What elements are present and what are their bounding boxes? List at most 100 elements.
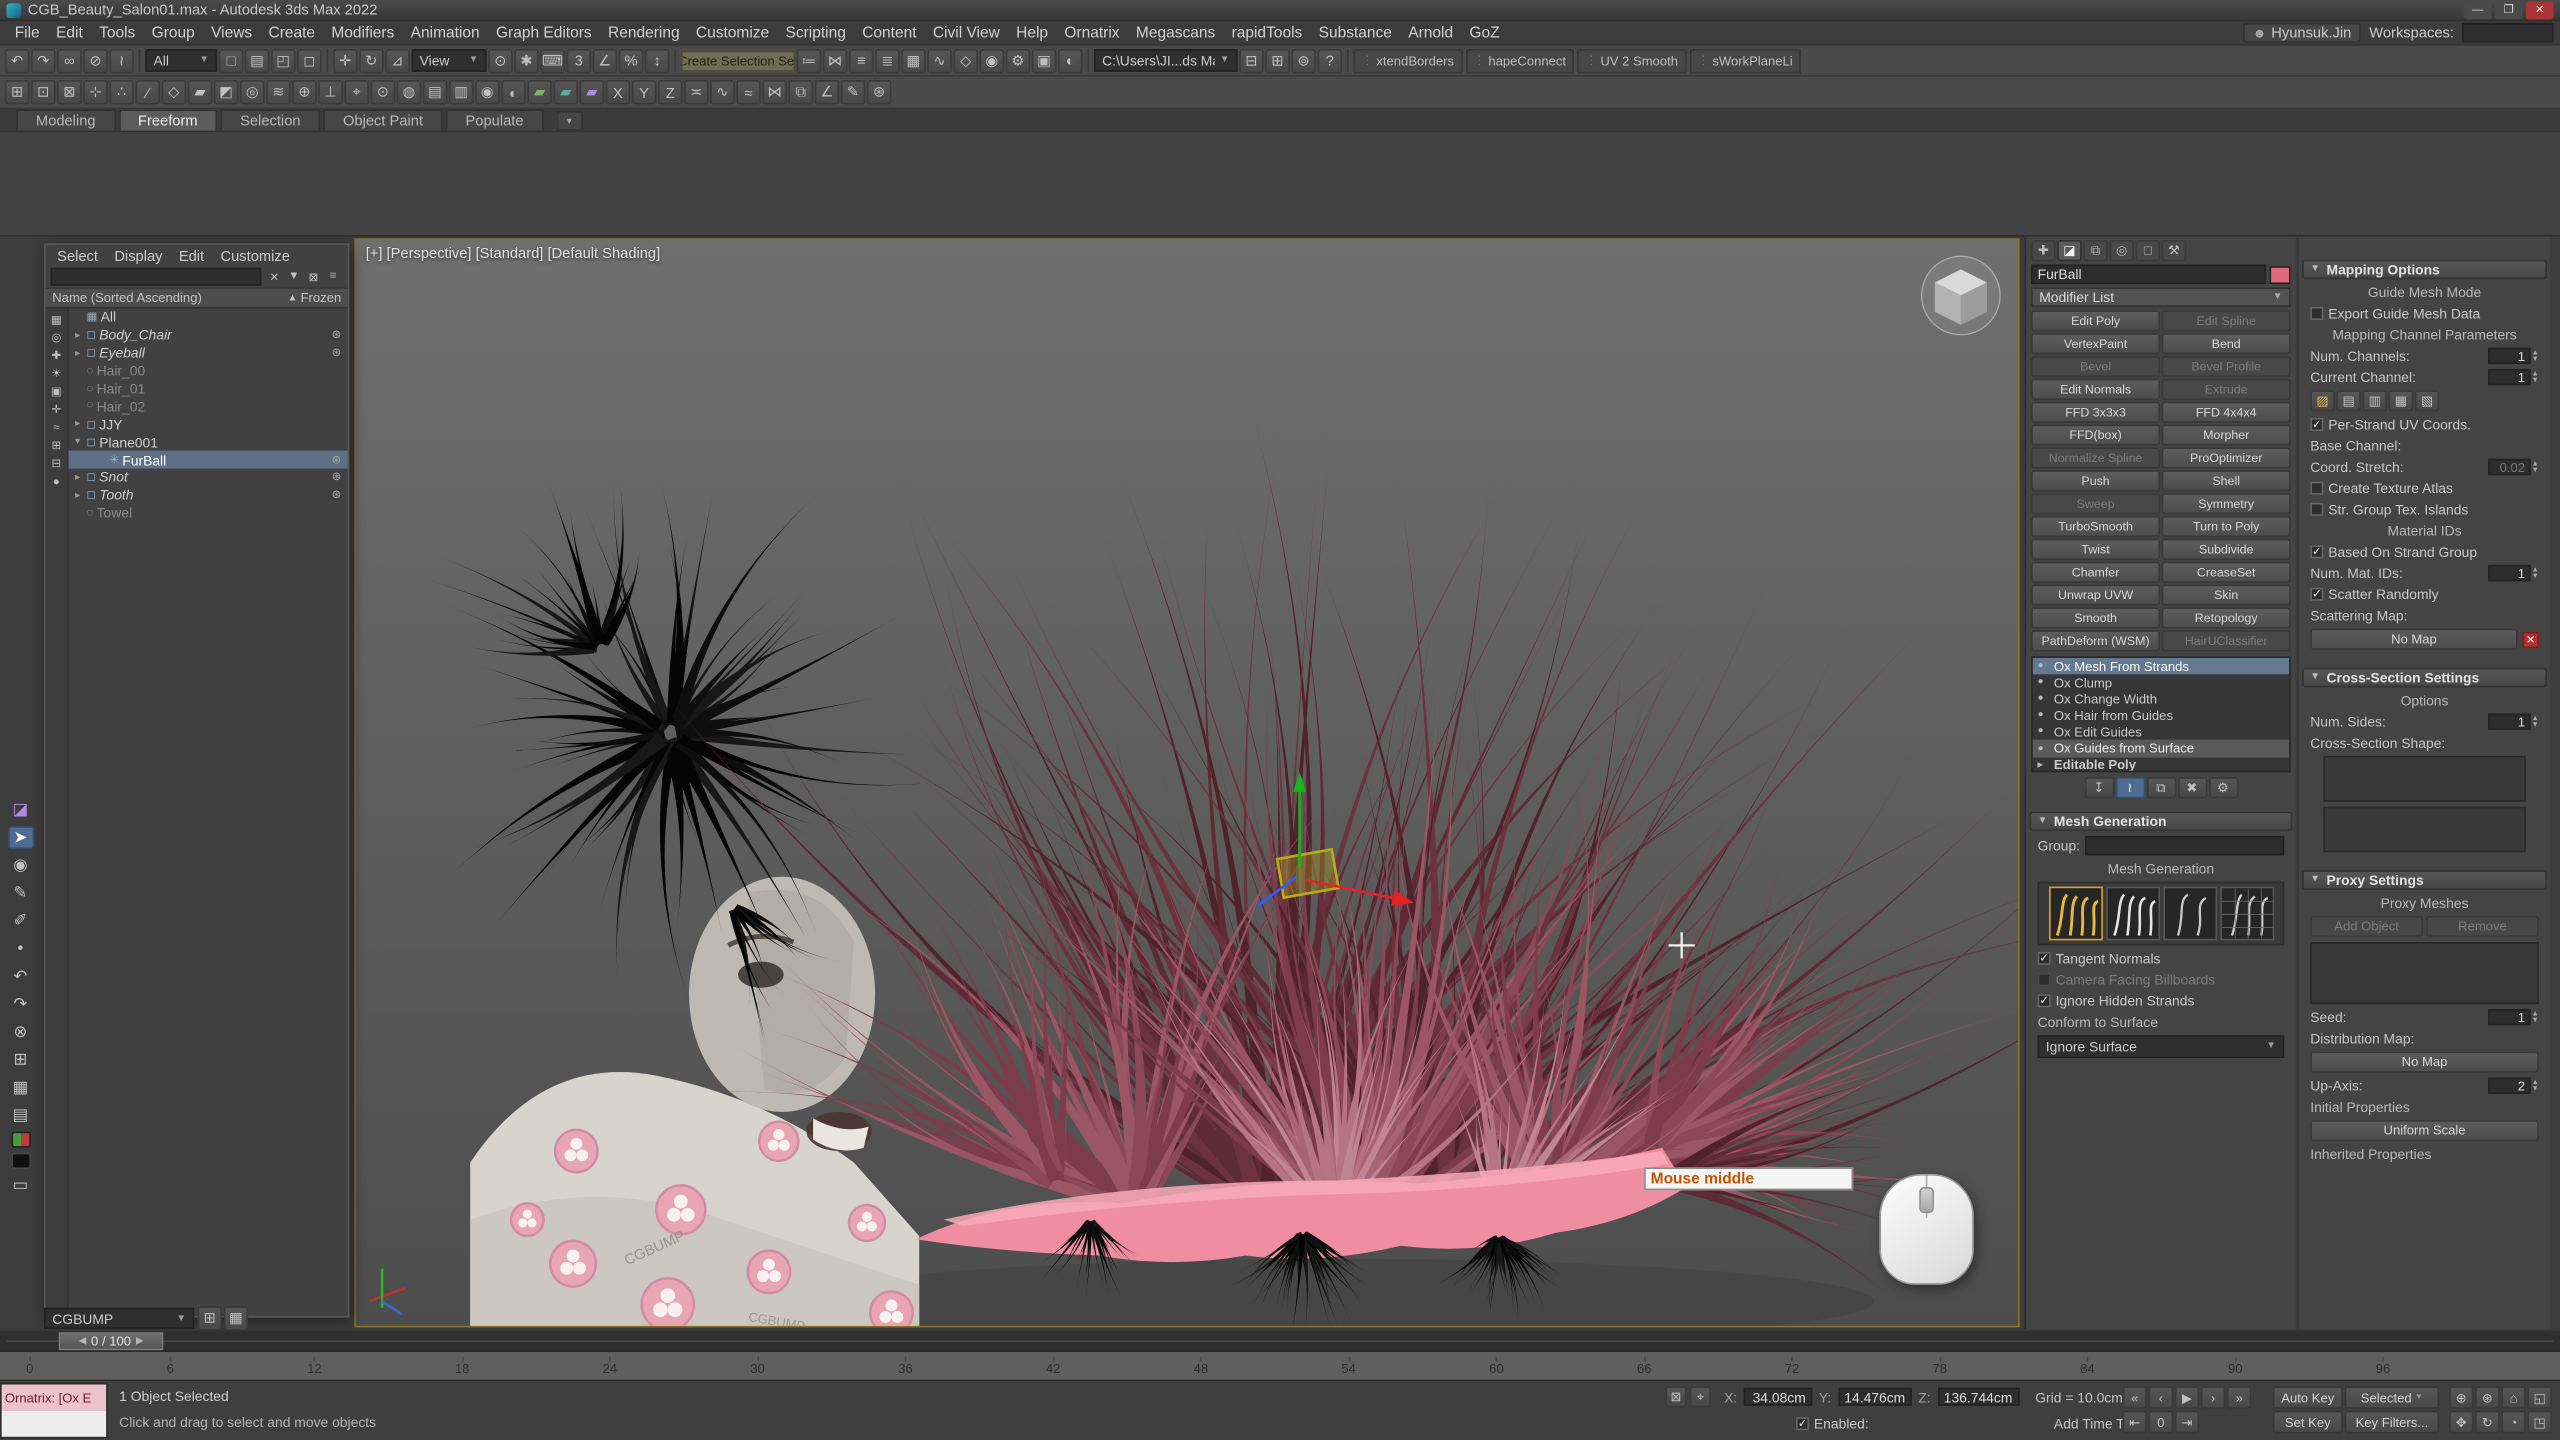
select-and-scale-icon[interactable]: ⊿ — [385, 48, 409, 72]
viewport-label[interactable]: [+] [Perspective] [Standard] [Default Sh… — [366, 245, 660, 261]
tree-row[interactable]: ◌ Hair_02 — [69, 397, 348, 415]
object-color-swatch[interactable] — [2269, 265, 2290, 283]
show-toggle-icon[interactable]: ◉ — [7, 854, 33, 877]
menu-item[interactable]: Ornatrix — [1056, 24, 1128, 42]
selection-set-dropdown[interactable]: CGBUMP▼ — [44, 1308, 194, 1329]
menu-item[interactable]: Scripting — [777, 24, 854, 42]
time-slider-knob[interactable]: ◀ 0 / 100 ▶ — [59, 1332, 163, 1350]
maxscript-mini-listener[interactable]: Ornatrix: [Ox E — [0, 1383, 108, 1439]
modifier-button[interactable]: Edit Spline — [2162, 310, 2291, 331]
paint-deform-icon[interactable]: ✎ — [841, 80, 865, 104]
tree-row[interactable]: ▸ ◻ Snot ⊛ — [69, 469, 348, 487]
bind-to-space-warp-icon[interactable]: ≀ — [109, 48, 133, 72]
menu-item[interactable]: Views — [203, 24, 260, 42]
enabled-toggle[interactable]: ✓ Enabled: — [1796, 1416, 1869, 1432]
point-icon[interactable]: • — [7, 937, 33, 960]
tree-row[interactable]: ◌ Towel — [69, 504, 348, 522]
strand-mesh-thumb-4[interactable] — [2220, 887, 2274, 941]
modifier-visibility-icon[interactable]: ● — [2038, 744, 2049, 754]
schematic-view-icon[interactable]: ◇ — [953, 48, 977, 72]
border-mode-icon[interactable]: ◇ — [162, 80, 186, 104]
percent-snap-icon[interactable]: % — [619, 48, 643, 72]
color-swatch-green-red[interactable] — [11, 1131, 31, 1147]
proxy-mesh-list[interactable] — [2310, 942, 2539, 1004]
modifier-visibility-icon[interactable]: ▸ — [2038, 759, 2049, 770]
display-floater-icon[interactable]: ▤ — [423, 80, 447, 104]
ribbon-tab[interactable]: Selection — [220, 109, 320, 130]
row-state-icon[interactable]: ⊛ — [332, 489, 342, 502]
explorer-column-header[interactable]: Name (Sorted Ascending) ▲Frozen — [46, 287, 348, 308]
redo-icon[interactable]: ↷ — [31, 48, 55, 72]
color-swatch-black[interactable] — [11, 1153, 31, 1169]
strand-mesh-thumb-2[interactable] — [2105, 887, 2159, 941]
explorer-menu-item[interactable]: Edit — [179, 248, 204, 264]
axis-xy-icon[interactable]: ≍ — [684, 80, 708, 104]
modifier-visibility-icon[interactable]: ● — [2038, 694, 2049, 704]
relax-tool-icon[interactable]: ≈ — [736, 80, 760, 104]
help-search-icon[interactable]: ? — [1318, 48, 1342, 72]
next-frame-arrow-icon[interactable]: ▶ — [136, 1336, 144, 1347]
tree-row[interactable]: ▸ ◻ Body_Chair ⊛ — [69, 326, 348, 344]
expand-arrow-icon[interactable]: ▸ — [72, 418, 83, 429]
listener-script-line[interactable] — [2, 1411, 106, 1437]
modifier-button[interactable]: Turn to Poly — [2162, 516, 2291, 537]
explorer-menu-item[interactable]: Display — [114, 248, 162, 264]
coordinate-y-field[interactable]: 14.476cm — [1838, 1388, 1912, 1406]
soft-selection-icon[interactable]: ◎ — [240, 80, 264, 104]
axis-x-icon[interactable]: X — [606, 80, 630, 104]
render-production-icon[interactable]: ◐ — [1058, 48, 1082, 72]
display-all-icon[interactable]: ▦ — [47, 312, 65, 328]
modifier-button[interactable]: Unwrap UVW — [2031, 585, 2160, 606]
display-spacewarps-icon[interactable]: ≈ — [47, 420, 65, 436]
select-and-move-icon[interactable]: ✛ — [333, 48, 357, 72]
axis-y-icon[interactable]: Y — [632, 80, 656, 104]
select-object-icon[interactable]: □ — [219, 48, 243, 72]
clear-search-icon[interactable]: ✕ — [264, 268, 284, 286]
modifier-button[interactable]: ProOptimizer — [2162, 447, 2291, 468]
modifier-button[interactable]: FFD 4x4x4 — [2162, 402, 2291, 423]
coordinate-z-field[interactable]: 136.744cm — [1937, 1388, 2019, 1406]
undo-icon[interactable]: ↶ — [5, 48, 29, 72]
array-tool-icon[interactable]: ⧉ — [789, 80, 813, 104]
strand-mesh-thumb-3[interactable] — [2163, 887, 2217, 941]
map-channel-color-icon[interactable]: ▨ — [2310, 390, 2334, 411]
tree-row[interactable]: ▸ ◻ JJY — [69, 415, 348, 433]
menu-item[interactable]: Arnold — [1400, 24, 1461, 42]
menu-item[interactable]: Content — [854, 24, 925, 42]
mirror-tool-icon[interactable]: ⋈ — [762, 80, 786, 104]
tray-icon[interactable]: ▭ — [7, 1174, 33, 1197]
selection-lock-icon[interactable]: ⊠ — [1665, 1386, 1686, 1407]
viewport-layout-tab-icon[interactable]: ◪ — [7, 798, 33, 821]
modifier-button[interactable]: Edit Normals — [2031, 379, 2160, 400]
modifier-button[interactable]: Morpher — [2162, 425, 2291, 446]
prev-frame-arrow-icon[interactable]: ◀ — [79, 1336, 87, 1347]
export-guide-mesh-checkbox[interactable]: Export Guide Mesh Data — [2310, 305, 2539, 321]
scatter-randomly-checkbox[interactable]: ✓ Scatter Randomly — [2310, 586, 2539, 602]
filter-icon[interactable]: ▼ — [284, 268, 304, 286]
go-to-start-icon[interactable]: « — [2123, 1386, 2147, 1409]
modifier-button[interactable]: Edit Poly — [2031, 310, 2160, 331]
row-state-icon[interactable]: ⊛ — [332, 329, 342, 342]
docked-toolbar[interactable]: ⋮UV 2 Smooth — [1577, 48, 1686, 72]
map-channel-2-icon[interactable]: ▤ — [2336, 390, 2360, 411]
menu-item[interactable]: Edit — [48, 24, 91, 42]
create-texture-atlas-checkbox[interactable]: Create Texture Atlas — [2310, 480, 2539, 496]
align-icon[interactable]: ≡ — [849, 48, 873, 72]
menu-item[interactable]: Group — [143, 24, 202, 42]
selection-filter-dropdown[interactable]: All▼ — [145, 49, 217, 72]
next-frame-icon[interactable]: › — [2201, 1386, 2225, 1409]
menu-item[interactable]: Rendering — [600, 24, 688, 42]
modifier-stack-row[interactable]: ● Ox Hair from Guides — [2033, 707, 2289, 723]
workspaces-dropdown[interactable] — [2462, 23, 2553, 43]
modifier-visibility-icon[interactable]: ● — [2038, 661, 2049, 671]
scattering-map-button[interactable]: No Map — [2310, 629, 2517, 650]
zoom-region-icon[interactable]: ◱ — [2527, 1386, 2551, 1409]
vertex-mode-icon[interactable]: ∴ — [109, 80, 133, 104]
key-mode-toggle-icon[interactable]: ⇤ — [2123, 1411, 2147, 1434]
rendered-frame-icon[interactable]: ▣ — [1032, 48, 1056, 72]
seed-spinner[interactable]: 1 — [2487, 1009, 2529, 1025]
menu-item[interactable]: Megascans — [1128, 24, 1224, 42]
modifier-button[interactable]: FFD(box) — [2031, 425, 2160, 446]
tangent-normals-checkbox[interactable]: ✓ Tangent Normals — [2038, 950, 2285, 966]
scene-states-icon[interactable]: ▥ — [449, 80, 473, 104]
